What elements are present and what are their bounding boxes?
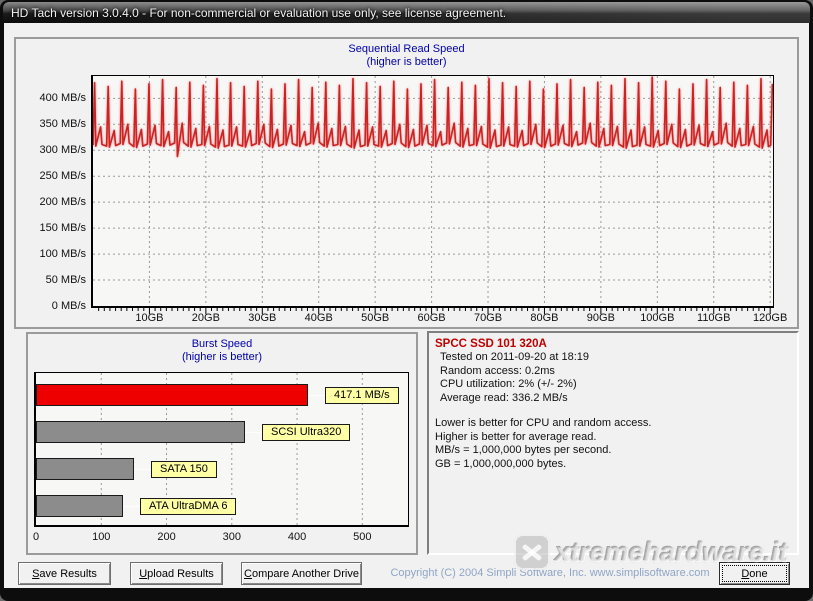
- y-axis-tick-label: 100 MB/s: [40, 248, 86, 260]
- burst-bar: [36, 458, 134, 480]
- x-axis-tick-label: 110GB: [697, 312, 730, 324]
- x-axis-tick-label: 60GB: [418, 312, 446, 324]
- drive-info-line: Lower is better for CPU and random acces…: [435, 417, 793, 431]
- burst-bar: [36, 495, 123, 517]
- bar-label-connector: [308, 395, 325, 396]
- drive-info-line: MB/s = 1,000,000 bytes per second.: [435, 444, 793, 458]
- bar-label-connector: [123, 506, 140, 507]
- upload-mnemonic: U: [139, 568, 147, 580]
- hd-tach-window: HD Tach version 3.0.4.0 - For non-commer…: [0, 0, 813, 601]
- burst-bar: [36, 421, 245, 443]
- drive-info-line: Tested on 2011-09-20 at 18:19: [435, 351, 793, 365]
- y-axis-tick-label: 300 MB/s: [40, 144, 86, 156]
- burst-x-axis: 0 100 200 300 400 500: [36, 531, 408, 545]
- save-results-button[interactable]: Save Results: [18, 562, 111, 585]
- upload-label: pload Results: [147, 568, 214, 580]
- upload-results-button[interactable]: Upload Results: [130, 562, 223, 585]
- burst-axis-tick-label: 0: [33, 531, 39, 543]
- bar-label-connector: [245, 432, 262, 433]
- window-title: HD Tach version 3.0.4.0 - For non-commer…: [11, 6, 506, 20]
- done-label: one: [749, 568, 767, 580]
- sequential-x-axis: 10GB 20GB 30GB 40GB 50GB 60GB 70GB 80GB 90GB 100G…: [93, 312, 773, 326]
- drive-info-line: CPU utilization: 2% (+/- 2%): [435, 378, 793, 392]
- drive-info-line: Average read: 336.2 MB/s: [435, 392, 793, 406]
- burst-chart-subtitle: (higher is better): [28, 351, 416, 363]
- burst-bar-label: SATA 150: [151, 461, 217, 478]
- burst-bar-label: SCSI Ultra320: [262, 424, 350, 441]
- copyright-text: Copyright (C) 2004 Simpli Software, Inc.…: [385, 567, 715, 579]
- burst-bar-row: SATA 150: [36, 458, 408, 480]
- x-axis-tick-label: 100GB: [640, 312, 674, 324]
- x-axis-tick-label: 90GB: [587, 312, 615, 324]
- burst-speed-plot: 417.1 MB/s SCSI Ultra320 SATA 150 ATA Ultra…: [34, 372, 409, 527]
- y-axis-tick-label: 250 MB/s: [40, 170, 86, 182]
- burst-bar-row: SCSI Ultra320: [36, 421, 408, 443]
- drive-info-line: Random access: 0.2ms: [435, 365, 793, 379]
- drive-info-line: GB = 1,000,000,000 bytes.: [435, 458, 793, 472]
- x-axis-tick-label: 40GB: [305, 312, 333, 324]
- y-axis-tick-label: 400 MB/s: [40, 92, 86, 104]
- y-axis-tick-label: 200 MB/s: [40, 196, 86, 208]
- burst-bar-row: 417.1 MB/s: [36, 384, 408, 406]
- burst-bar-label: ATA UltraDMA 6: [140, 498, 236, 515]
- read-speed-line: [93, 77, 772, 157]
- x-axis-tick-label: 20GB: [192, 312, 220, 324]
- title-bar[interactable]: HD Tach version 3.0.4.0 - For non-commer…: [3, 2, 810, 23]
- sequential-chart-title: Sequential Read Speed: [16, 43, 797, 55]
- compare-label: ompare Another Drive: [252, 568, 359, 580]
- burst-axis-tick-label: 400: [288, 531, 306, 543]
- compare-mnemonic: C: [244, 568, 252, 580]
- y-axis-tick-label: 50 MB/s: [46, 274, 86, 286]
- sequential-chart-subtitle: (higher is better): [16, 56, 797, 68]
- burst-axis-tick-label: 100: [92, 531, 110, 543]
- compare-another-drive-button[interactable]: Compare Another Drive: [241, 562, 362, 585]
- drive-info-line: [435, 405, 793, 417]
- x-axis-tick-label: 10GB: [135, 312, 163, 324]
- sequential-y-axis: 0 MB/s50 MB/s100 MB/s150 MB/s200 MB/s250…: [20, 75, 86, 308]
- save-label: ave Results: [39, 568, 96, 580]
- drive-name: SPCC SSD 101 320A: [435, 337, 793, 351]
- burst-bar-label: 417.1 MB/s: [325, 387, 399, 404]
- burst-axis-tick-label: 300: [223, 531, 241, 543]
- x-axis-tick-label: 120GB: [753, 312, 787, 324]
- burst-bar-row: ATA UltraDMA 6: [36, 495, 408, 517]
- y-axis-tick-label: 150 MB/s: [40, 222, 86, 234]
- done-button[interactable]: Done: [719, 562, 790, 585]
- bar-label-connector: [134, 469, 151, 470]
- drive-info-lines: Tested on 2011-09-20 at 18:19Random acce…: [435, 351, 793, 471]
- burst-bar: [36, 384, 308, 406]
- x-axis-tick-label: 80GB: [530, 312, 558, 324]
- y-axis-tick-label: 0 MB/s: [52, 300, 86, 312]
- burst-chart-title: Burst Speed: [28, 338, 416, 350]
- drive-info-panel: SPCC SSD 101 320A Tested on 2011-09-20 a…: [427, 331, 799, 555]
- sequential-read-plot: [91, 75, 774, 308]
- burst-axis-tick-label: 500: [353, 531, 371, 543]
- sequential-read-chart: [93, 76, 773, 306]
- drive-info-line: Higher is better for average read.: [435, 431, 793, 445]
- x-axis-tick-label: 30GB: [248, 312, 276, 324]
- x-axis-tick-label: 50GB: [361, 312, 389, 324]
- y-axis-tick-label: 350 MB/s: [40, 118, 86, 130]
- x-axis-tick-label: 70GB: [474, 312, 502, 324]
- burst-axis-tick-label: 200: [157, 531, 175, 543]
